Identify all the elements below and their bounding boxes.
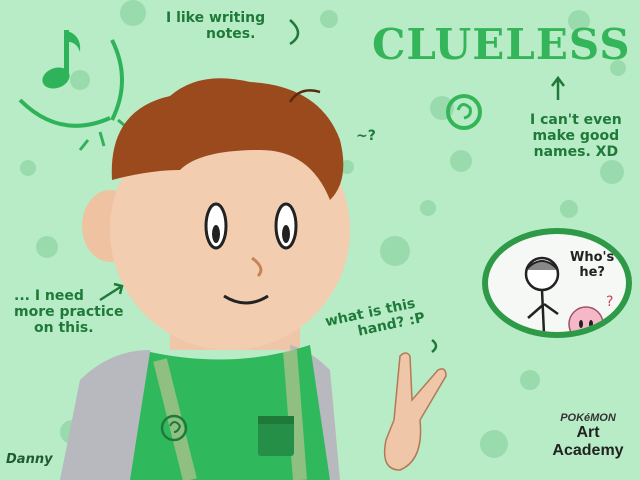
music-note-icon (18, 30, 131, 151)
artwork-canvas: CLUELESS I like writing notes. I can't e… (0, 0, 640, 480)
question-swirl-icon (446, 94, 482, 130)
peace-sign-hand (383, 352, 447, 471)
arrow-icon (431, 339, 438, 353)
bubble-caption: Who's he? (570, 250, 615, 280)
stick-figure-body (527, 289, 559, 332)
thought-bubble: ? Who's he? (482, 228, 632, 338)
svg-text:?: ? (606, 294, 613, 310)
artist-signature: Danny (6, 452, 53, 467)
note-names: I can't even make good names. XD (530, 112, 622, 160)
arrow-up-icon (551, 75, 565, 100)
arrow-icon (289, 19, 300, 46)
note-question: ~? (356, 128, 376, 144)
pokemon-art-academy-logo: POKéMON Art Academy (552, 412, 624, 459)
note-practice: ... I need more practice on this. (14, 288, 124, 336)
page-title: CLUELESS (372, 20, 631, 69)
note-writing: I like writing notes. (166, 10, 266, 42)
